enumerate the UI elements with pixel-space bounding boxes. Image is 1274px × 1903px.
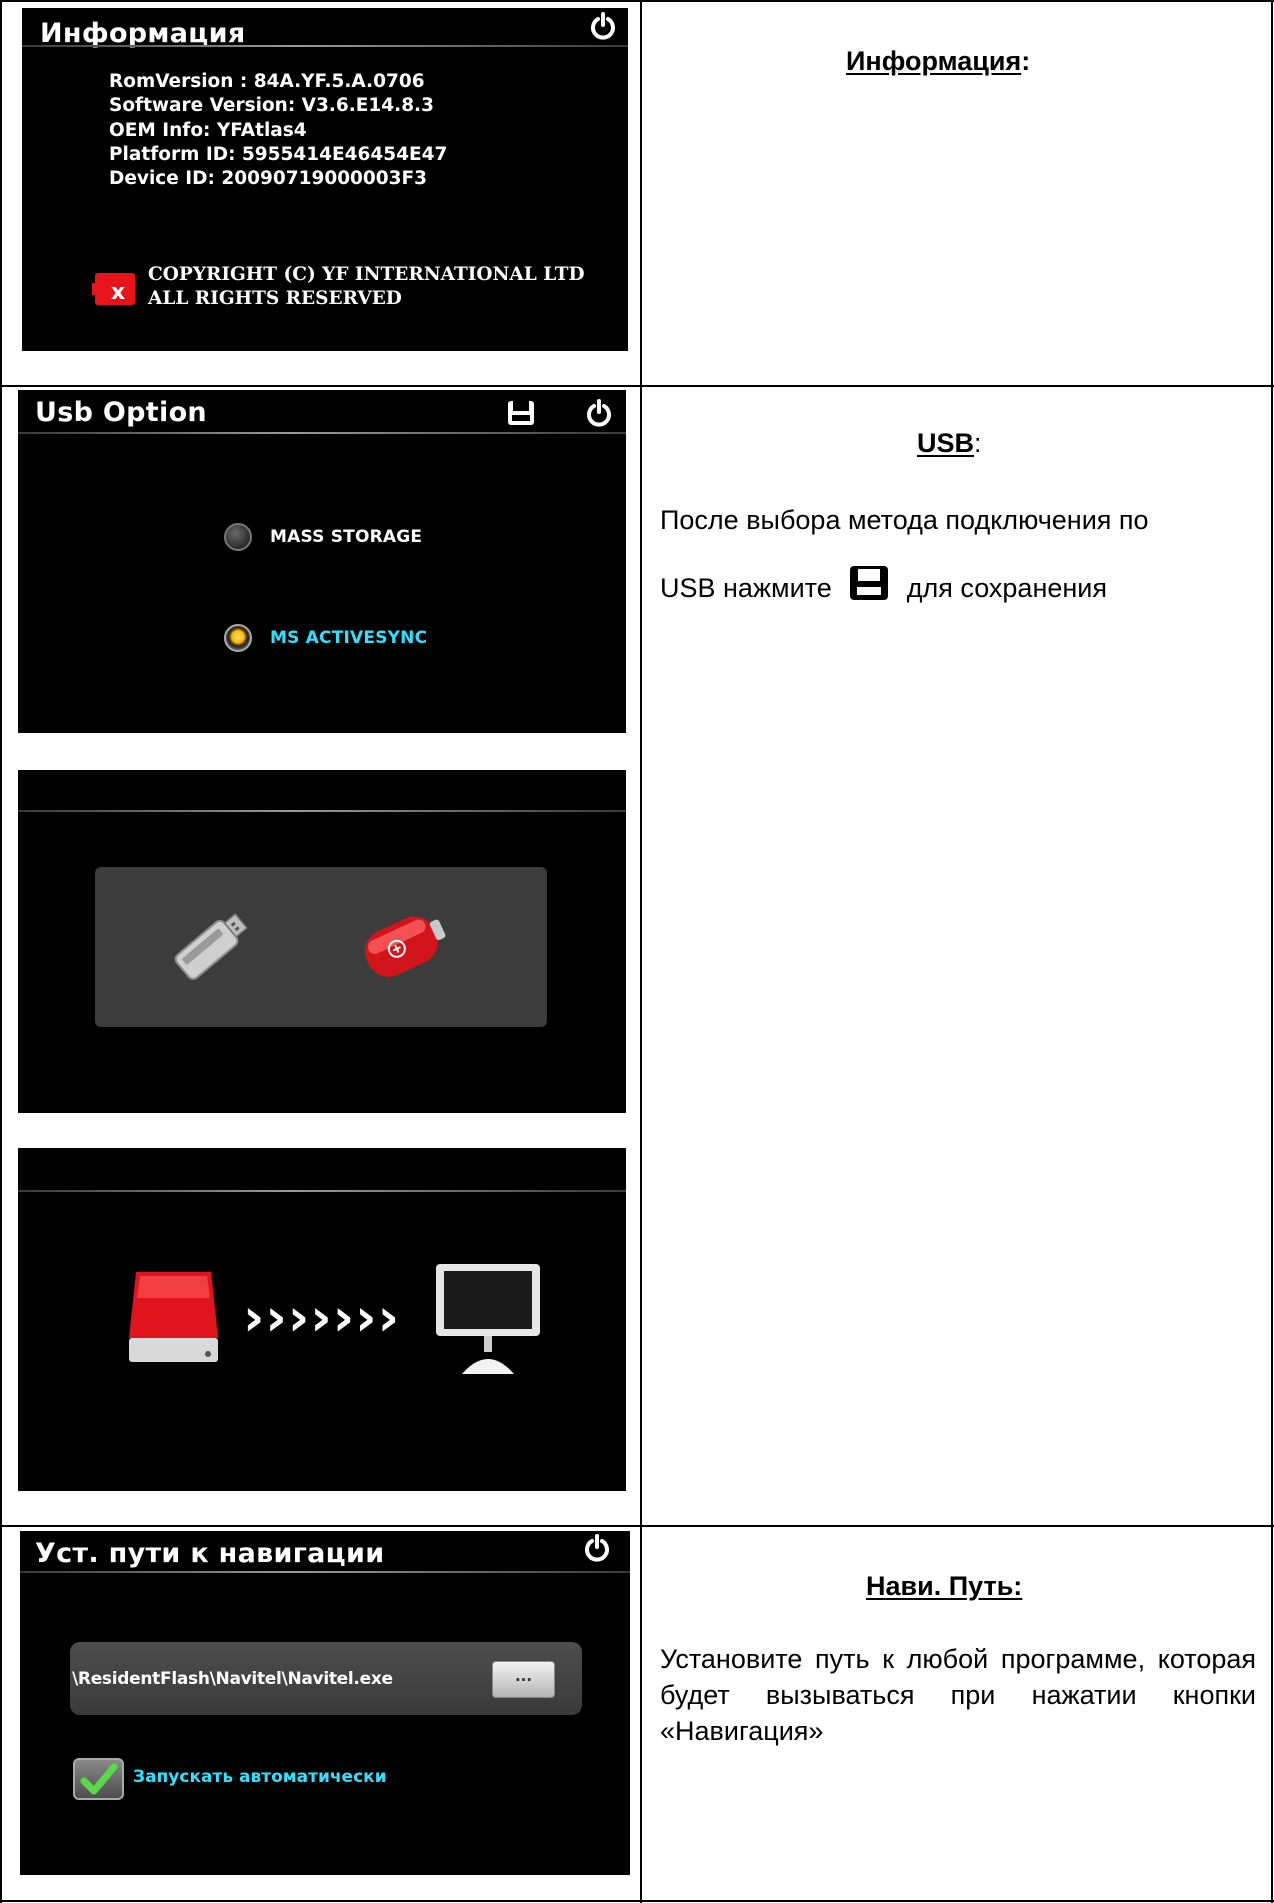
power-icon[interactable]	[582, 1533, 612, 1563]
usb-mode-screen	[18, 770, 626, 1113]
oem-info: OEM Info: YFAtlas4	[109, 119, 307, 141]
checkmark-icon	[80, 1763, 118, 1795]
battery-icon[interactable]	[350, 895, 460, 995]
title-divider	[20, 1571, 630, 1573]
title-divider	[18, 432, 626, 434]
usb-heading-colon: :	[974, 428, 982, 458]
table-border-left	[0, 0, 2, 1903]
mass-storage-label[interactable]: MASS STORAGE	[270, 527, 422, 547]
usb-heading: USB:	[917, 428, 982, 459]
usb-transfer-screen: ›››››››	[18, 1148, 626, 1491]
table-border-bottom	[0, 1900, 1274, 1902]
save-icon[interactable]	[506, 398, 536, 428]
title-divider	[22, 45, 628, 47]
rom-version: RomVersion : 84A.YF.5.A.0706	[109, 71, 425, 92]
table-border-right	[1271, 0, 1273, 1903]
table-row-divider-1	[0, 385, 1274, 387]
info-heading: Информация:	[846, 46, 1030, 77]
info-heading-text: Информация	[846, 46, 1022, 76]
usb-instructions-line-1: После выбора метода подключения по	[660, 505, 1149, 535]
copyright-line-1: COPYRIGHT (C) YF INTERNATIONAL LTD	[148, 264, 585, 285]
nav-path-screen: Уст. пути к навигации \ResidentFlash\Nav…	[20, 1531, 630, 1875]
title-divider	[18, 1190, 626, 1192]
table-column-divider	[640, 0, 642, 1903]
nav-screen-title: Уст. пути к навигации	[35, 1538, 385, 1569]
software-version: Software Version: V3.6.E14.8.3	[109, 95, 434, 117]
mass-storage-radio[interactable]	[224, 523, 252, 551]
info-heading-colon: :	[1021, 46, 1031, 76]
ms-activesync-label[interactable]: MS ACTIVESYNC	[270, 628, 427, 648]
device-id: Device ID: 20090719000003F3	[109, 168, 428, 190]
platform-id: Platform ID: 5955414E46454E47	[109, 143, 448, 165]
power-icon[interactable]	[588, 11, 618, 41]
path-value: \ResidentFlash\Navitel\Navitel.exe	[72, 1669, 393, 1689]
browse-button[interactable]: ...	[492, 1661, 555, 1698]
table-row-divider-2	[0, 1525, 1274, 1527]
version-info: RomVersion : 84A.YF.5.A.0706 Software Ve…	[109, 70, 447, 191]
nav-heading: Нави. Путь:	[866, 1571, 1022, 1602]
svg-text:x: x	[111, 280, 125, 305]
ms-activesync-radio[interactable]	[224, 624, 252, 652]
usb-heading-text: USB	[917, 428, 975, 458]
yf-logo-icon: x	[92, 273, 135, 305]
transfer-arrows: ›››››››	[243, 1288, 401, 1348]
nav-heading-text: Нави. Путь:	[866, 1571, 1023, 1601]
usb-instructions-line-2: USB нажмите для сохранения	[660, 565, 1107, 604]
info-screen: Информация RomVersion : 84A.YF.5.A.0706 …	[22, 8, 628, 351]
usb-option-screen: Usb Option MASS STORAGE MS ACTIVESYNC	[18, 390, 626, 733]
table-border-top	[0, 0, 1274, 2]
copyright-notice: COPYRIGHT (C) YF INTERNATIONAL LTD ALL R…	[148, 263, 585, 311]
computer-monitor-icon	[436, 1264, 540, 1374]
usb-instructions-before: USB нажмите	[660, 573, 832, 603]
usb-flash-drive-icon[interactable]	[158, 900, 258, 1000]
autostart-label[interactable]: Запускать автоматически	[133, 1767, 387, 1787]
usb-screen-title: Usb Option	[35, 397, 207, 428]
save-icon	[850, 566, 889, 600]
autostart-checkbox[interactable]	[73, 1758, 124, 1800]
usb-instructions-after: для сохранения	[906, 573, 1107, 603]
copyright-line-2: ALL RIGHTS RESERVED	[148, 288, 402, 309]
hard-drive-icon	[129, 1272, 218, 1362]
title-divider	[18, 810, 626, 812]
power-icon[interactable]	[584, 398, 614, 428]
nav-instructions: Установите путь к любой программе, котор…	[660, 1644, 1256, 1746]
